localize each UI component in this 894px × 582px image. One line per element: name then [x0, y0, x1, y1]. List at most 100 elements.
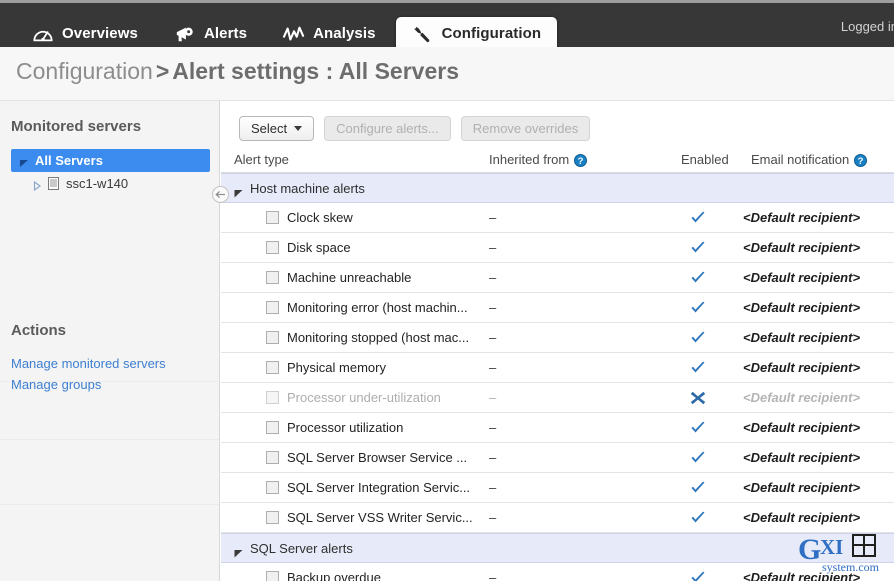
cell-alert-type: Machine unreachable: [287, 270, 411, 285]
tree-item-all-servers[interactable]: All Servers: [11, 149, 210, 172]
nav-tab-label: Configuration: [442, 25, 542, 42]
cell-email-notification[interactable]: <Default recipient>: [743, 510, 860, 525]
row-checkbox[interactable]: [266, 211, 279, 224]
cell-inherited-from: –: [489, 270, 496, 285]
cell-email-notification[interactable]: <Default recipient>: [743, 360, 860, 375]
table-row[interactable]: Disk space–<Default recipient>: [221, 233, 894, 263]
tree-item-label: ssc1-w140: [66, 176, 128, 191]
row-checkbox[interactable]: [266, 571, 279, 581]
column-header-alert-type[interactable]: Alert type: [234, 152, 289, 167]
cell-enabled[interactable]: [690, 331, 706, 350]
cell-inherited-from: –: [489, 210, 496, 225]
select-button[interactable]: Select: [239, 116, 314, 141]
row-checkbox[interactable]: [266, 331, 279, 344]
row-checkbox[interactable]: [266, 511, 279, 524]
actions-list: Manage monitored serversManage groups: [11, 353, 166, 395]
tree-item-ssc1-w140[interactable]: ssc1-w140: [0, 172, 220, 195]
cell-enabled[interactable]: [690, 421, 706, 440]
cell-alert-type: Disk space: [287, 240, 351, 255]
alert-table-body: Host machine alerts Clock skew – <Default r…: [221, 173, 894, 581]
cell-email-notification[interactable]: <Default recipient>: [743, 480, 860, 495]
cell-enabled[interactable]: [690, 511, 706, 530]
column-header-inherited-from[interactable]: Inherited from ?: [489, 152, 587, 170]
collapse-triangle-icon[interactable]: [19, 156, 29, 166]
cell-email-notification[interactable]: <Default recipient>: [743, 420, 860, 435]
enabled-check-icon: [690, 271, 706, 285]
table-row[interactable]: Machine unreachable – <Default recipient>: [221, 263, 894, 293]
breadcrumb-bar: Configuration>Alert settings : All Serve…: [0, 47, 894, 101]
nav-tab-configuration[interactable]: Configuration: [396, 17, 558, 47]
row-checkbox[interactable]: [266, 421, 279, 434]
cell-enabled[interactable]: [690, 361, 706, 380]
cell-alert-type: Monitoring stopped (host mac...: [287, 330, 469, 345]
cell-email-notification[interactable]: <Default recipient>: [743, 240, 860, 255]
cell-email-notification[interactable]: <Default recipient>: [743, 450, 860, 465]
configure-alerts-label: Configure alerts...: [336, 121, 439, 136]
monitored-servers-heading: Monitored servers: [0, 118, 141, 135]
cell-enabled[interactable]: [690, 301, 706, 320]
table-row[interactable]: Clock skew – <Default recipient>: [221, 203, 894, 233]
svg-text:?: ?: [578, 156, 584, 167]
cell-inherited-from: –: [489, 420, 496, 435]
table-row[interactable]: Monitoring error (host machin...–<Defaul…: [221, 293, 894, 323]
cell-alert-type: Processor utilization: [287, 420, 403, 435]
nav-tab-label: Overviews: [62, 25, 138, 42]
cell-enabled[interactable]: [690, 481, 706, 500]
nav-tabs: Overviews AlertsAnalysis Configuration: [16, 6, 561, 47]
cell-email-notification[interactable]: <Default recipient>: [743, 210, 860, 225]
table-row[interactable]: Monitoring stopped (host mac...–<Default…: [221, 323, 894, 353]
row-checkbox[interactable]: [266, 481, 279, 494]
enabled-check-icon: [690, 451, 706, 465]
cell-email-notification[interactable]: <Default recipient>: [743, 330, 860, 345]
table-row[interactable]: Backup overdue–<Default recipient>: [221, 563, 894, 581]
top-navigation-bar: OverviewsAlertsAnalysisConfiguration Log…: [0, 0, 894, 47]
remove-overrides-button[interactable]: Remove overrides: [461, 116, 591, 141]
table-row[interactable]: SQL Server Integration Servic...–<Defaul…: [221, 473, 894, 503]
enabled-check-icon: [690, 421, 706, 435]
enabled-check-icon: [690, 511, 706, 525]
cell-enabled[interactable]: [690, 451, 706, 470]
alert-group-header[interactable]: SQL Server alerts: [221, 533, 894, 563]
row-checkbox[interactable]: [266, 241, 279, 254]
cell-enabled[interactable]: [690, 241, 706, 260]
cell-enabled[interactable]: [690, 211, 706, 230]
nav-tab-overviews[interactable]: Overviews: [16, 17, 154, 47]
help-icon[interactable]: ?: [574, 154, 587, 170]
breadcrumb-root[interactable]: Configuration: [16, 58, 153, 84]
cell-enabled[interactable]: [690, 271, 706, 290]
breadcrumb-separator: >: [153, 58, 172, 84]
row-checkbox[interactable]: [266, 451, 279, 464]
table-row[interactable]: Physical memory–<Default recipient>: [221, 353, 894, 383]
group-collapse-triangle-icon[interactable]: [234, 545, 243, 563]
cell-alert-type: SQL Server Browser Service ...: [287, 450, 467, 465]
sidebar-collapse-button[interactable]: [212, 186, 229, 203]
cell-alert-type: Clock skew: [287, 210, 353, 225]
table-row[interactable]: Processor utilization – <Default recipient…: [221, 413, 894, 443]
nav-tab-analysis[interactable]: Analysis: [267, 17, 392, 47]
action-link-manage-groups[interactable]: Manage groups: [11, 374, 166, 395]
waveform-icon: [283, 24, 305, 44]
cell-email-notification[interactable]: <Default recipient>: [743, 300, 860, 315]
table-row[interactable]: SQL Server VSS Writer Servic...–<Default…: [221, 503, 894, 533]
cell-email-notification[interactable]: <Default recipient>: [743, 570, 860, 581]
configure-alerts-button[interactable]: Configure alerts...: [324, 116, 451, 141]
column-header-inherited-from-label: Inherited from: [489, 152, 569, 167]
cell-email-notification[interactable]: <Default recipient>: [743, 270, 860, 285]
row-checkbox[interactable]: [266, 361, 279, 374]
expand-triangle-icon[interactable]: [32, 179, 42, 189]
row-checkbox[interactable]: [266, 271, 279, 284]
row-checkbox[interactable]: [266, 301, 279, 314]
help-icon[interactable]: ?: [854, 154, 867, 170]
alert-group-header[interactable]: Host machine alerts: [221, 173, 894, 203]
row-checkbox[interactable]: [266, 391, 279, 404]
nav-tab-alerts[interactable]: Alerts: [158, 17, 263, 47]
column-header-enabled[interactable]: Enabled: [681, 152, 729, 167]
table-row[interactable]: SQL Server Browser Service ...–<Default …: [221, 443, 894, 473]
cell-email-notification[interactable]: <Default recipient>: [743, 390, 860, 405]
table-row[interactable]: Processor under-utilization–<Default rec…: [221, 383, 894, 413]
cell-enabled[interactable]: [690, 571, 706, 581]
group-collapse-triangle-icon[interactable]: [234, 185, 243, 203]
cell-enabled[interactable]: [690, 391, 706, 410]
action-link-manage-monitored-servers[interactable]: Manage monitored servers: [11, 353, 166, 374]
column-header-email-notification[interactable]: Email notification ?: [751, 152, 867, 170]
